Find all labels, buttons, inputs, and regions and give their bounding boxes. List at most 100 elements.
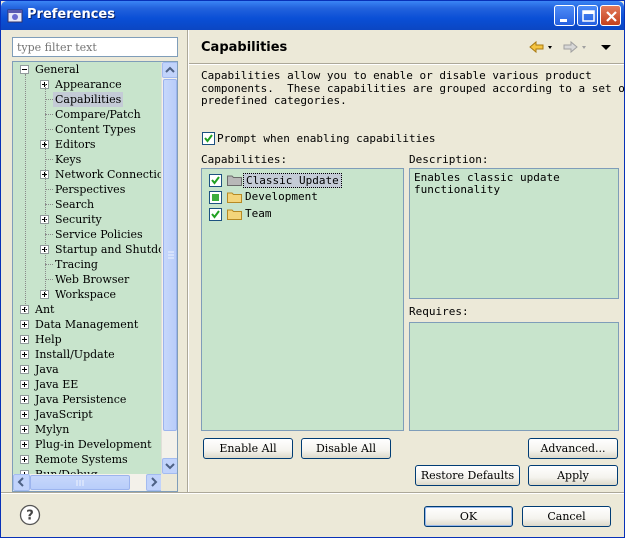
filter-input[interactable]: [12, 37, 178, 57]
maximize-button[interactable]: [577, 5, 598, 26]
tree-item[interactable]: Service Policies: [13, 227, 163, 242]
help-icon[interactable]: ?: [19, 504, 41, 526]
expand-icon[interactable]: [20, 425, 29, 434]
capability-checkbox[interactable]: [209, 208, 222, 221]
tree-item-label: Keys: [55, 153, 82, 166]
tree-item[interactable]: Keys: [13, 152, 163, 167]
expand-icon[interactable]: [20, 455, 29, 464]
scroll-corner: [161, 474, 177, 491]
tree-item-label: Java EE: [35, 378, 79, 391]
advanced-button[interactable]: Advanced...: [528, 438, 618, 459]
capability-row[interactable]: Team: [202, 207, 402, 222]
scroll-down-button[interactable]: [162, 458, 177, 474]
tree-item[interactable]: Network Connections: [13, 167, 163, 182]
checkmark-icon: [211, 176, 220, 185]
capability-checkbox[interactable]: [209, 174, 222, 187]
capability-row[interactable]: Development: [202, 190, 402, 205]
tree-item-label: Perspectives: [55, 183, 126, 196]
capabilities-list[interactable]: Classic Update Development Team: [201, 168, 404, 431]
ok-button[interactable]: OK: [424, 506, 513, 527]
tree-item[interactable]: Workspace: [13, 287, 163, 302]
close-button[interactable]: [600, 5, 621, 26]
tree-item[interactable]: Web Browser: [13, 272, 163, 287]
tree-connector: [45, 279, 53, 280]
prompt-checkbox[interactable]: [202, 132, 215, 145]
capability-label: Development: [245, 190, 318, 203]
back-button[interactable]: [529, 40, 553, 54]
tree-connector: [45, 204, 53, 205]
tree-item[interactable]: Capabilities: [13, 92, 163, 107]
tree-connector: [25, 74, 26, 314]
expand-icon[interactable]: [20, 380, 29, 389]
tree-item[interactable]: General: [13, 62, 163, 77]
apply-button[interactable]: Apply: [528, 465, 618, 486]
tree-item[interactable]: Run/Debug: [13, 467, 163, 474]
minimize-button[interactable]: [554, 5, 575, 26]
capability-checkbox[interactable]: [209, 191, 222, 204]
forward-button[interactable]: [563, 40, 587, 54]
description-box: Enables classic update functionality: [409, 168, 619, 299]
scroll-left-button[interactable]: [13, 474, 30, 491]
back-arrow-icon: [529, 40, 552, 54]
tree-item[interactable]: Plug-in Development: [13, 437, 163, 452]
collapse-icon[interactable]: [20, 65, 29, 74]
tree-item-label: Security: [55, 213, 102, 226]
tree-item[interactable]: Install/Update: [13, 347, 163, 362]
folder-icon: [227, 192, 242, 203]
expand-icon[interactable]: [20, 410, 29, 419]
tree-item[interactable]: Java: [13, 362, 163, 377]
tree-item[interactable]: Java Persistence: [13, 392, 163, 407]
tree-item[interactable]: Appearance: [13, 77, 163, 92]
tree-item[interactable]: Compare/Patch: [13, 107, 163, 122]
grip-icon: [168, 251, 174, 259]
cancel-button[interactable]: Cancel: [522, 506, 611, 527]
scroll-up-button[interactable]: [162, 62, 177, 78]
tree-item[interactable]: Search: [13, 197, 163, 212]
enable-all-button[interactable]: Enable All: [203, 438, 293, 459]
tree-item[interactable]: Java EE: [13, 377, 163, 392]
tree-item[interactable]: Data Management: [13, 317, 163, 332]
capability-row[interactable]: Classic Update: [202, 173, 402, 188]
tree-item-label: Startup and Shutdown: [55, 243, 163, 256]
capabilities-label: Capabilities:: [201, 153, 288, 166]
tree-item[interactable]: Editors: [13, 137, 163, 152]
title-bar[interactable]: Preferences: [1, 1, 624, 30]
tree-horizontal-scrollbar[interactable]: [13, 474, 163, 491]
tree-item[interactable]: Remote Systems: [13, 452, 163, 467]
tree-item[interactable]: JavaScript: [13, 407, 163, 422]
chevron-up-icon: [165, 66, 175, 73]
tree-item[interactable]: Help: [13, 332, 163, 347]
tree-item[interactable]: Startup and Shutdown: [13, 242, 163, 257]
tree-item-label: Web Browser: [55, 273, 130, 286]
tree-item[interactable]: Ant: [13, 302, 163, 317]
expand-icon[interactable]: [20, 335, 29, 344]
expand-icon[interactable]: [20, 440, 29, 449]
expand-icon[interactable]: [20, 320, 29, 329]
checkmark-icon: [204, 134, 213, 143]
tree-item[interactable]: Content Types: [13, 122, 163, 137]
app-icon: [7, 9, 23, 23]
capability-label: Classic Update: [243, 173, 342, 188]
tree-item[interactable]: Perspectives: [13, 182, 163, 197]
expand-icon[interactable]: [20, 395, 29, 404]
partial-check-icon: [212, 194, 219, 201]
tree-item[interactable]: Tracing: [13, 257, 163, 272]
tree-connector: [45, 159, 53, 160]
prompt-label[interactable]: Prompt when enabling capabilities: [217, 132, 436, 145]
expand-icon[interactable]: [20, 350, 29, 359]
tree-item[interactable]: Mylyn: [13, 422, 163, 437]
folder-icon: [227, 209, 242, 220]
disable-all-button[interactable]: Disable All: [301, 438, 391, 459]
tree-vertical-thumb[interactable]: [163, 79, 177, 431]
forward-arrow-icon: [563, 40, 586, 54]
tree-item-label: Remote Systems: [35, 453, 128, 466]
restore-defaults-button[interactable]: Restore Defaults: [415, 465, 520, 486]
tree-connector: [45, 129, 53, 130]
expand-icon[interactable]: [20, 365, 29, 374]
tree-vertical-scrollbar[interactable]: [161, 62, 177, 474]
preference-tree[interactable]: General Appearance Capabilities Compare/Pat…: [12, 61, 178, 492]
tree-horizontal-thumb[interactable]: [30, 475, 130, 490]
chevron-right-icon: [151, 477, 158, 487]
view-menu-button[interactable]: [599, 40, 613, 54]
tree-item[interactable]: Security: [13, 212, 163, 227]
